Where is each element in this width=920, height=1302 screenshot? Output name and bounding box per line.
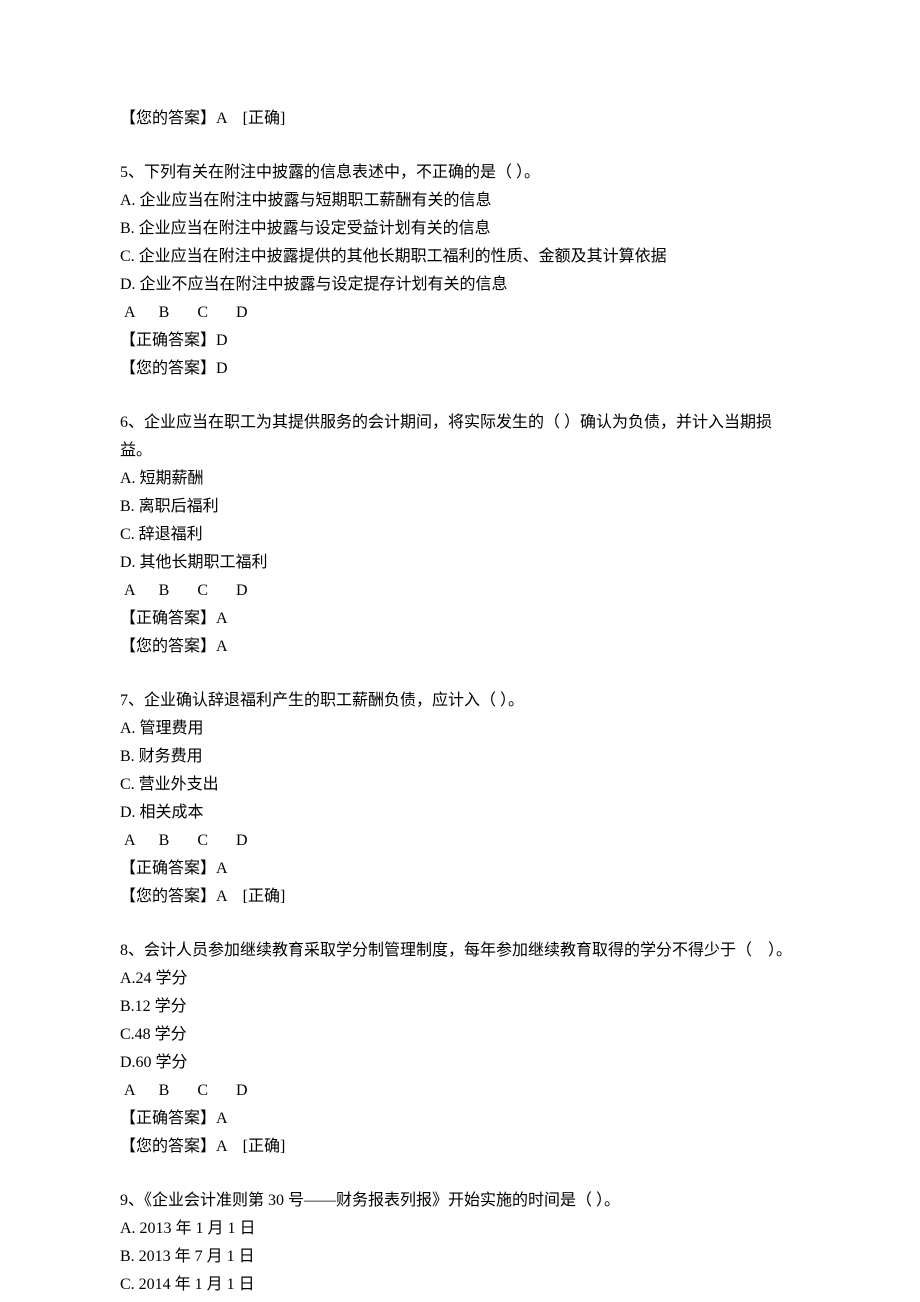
option-b: B. 2013 年 7 月 1 日 (120, 1243, 800, 1271)
option-b: B. 离职后福利 (120, 493, 800, 521)
correct-answer: 【正确答案】A (120, 605, 800, 633)
option-c: C.48 学分 (120, 1021, 800, 1049)
option-c: C. 营业外支出 (120, 771, 800, 799)
question-stem: 5、下列有关在附注中披露的信息表述中，不正确的是（ ）。 (120, 159, 800, 187)
question-stem: 9、《企业会计准则第 30 号——财务报表列报》开始实施的时间是（ ）。 (120, 1187, 800, 1215)
question-7: 7、企业确认辞退福利产生的职工薪酬负债，应计入（ ）。 A. 管理费用 B. 财… (120, 687, 800, 911)
question-9: 9、《企业会计准则第 30 号——财务报表列报》开始实施的时间是（ ）。 A. … (120, 1187, 800, 1299)
option-d: D. 企业不应当在附注中披露与设定提存计划有关的信息 (120, 271, 800, 299)
option-a: A. 2013 年 1 月 1 日 (120, 1215, 800, 1243)
option-c: C. 2014 年 1 月 1 日 (120, 1271, 800, 1299)
your-answer: 【您的答案】A (120, 633, 800, 661)
correct-answer: 【正确答案】D (120, 327, 800, 355)
your-answer: 【您的答案】A [正确] (120, 105, 800, 133)
your-answer: 【您的答案】A [正确] (120, 1133, 800, 1161)
choice-row: A B C D (120, 299, 800, 327)
choice-row: A B C D (120, 1077, 800, 1105)
your-answer: 【您的答案】A [正确] (120, 883, 800, 911)
option-c: C. 辞退福利 (120, 521, 800, 549)
question-stem: 8、会计人员参加继续教育采取学分制管理制度，每年参加继续教育取得的学分不得少于（… (120, 937, 800, 965)
question-5: 5、下列有关在附注中披露的信息表述中，不正确的是（ ）。 A. 企业应当在附注中… (120, 159, 800, 383)
option-a: A. 管理费用 (120, 715, 800, 743)
option-b: B.12 学分 (120, 993, 800, 1021)
document-page: 【您的答案】A [正确] 5、下列有关在附注中披露的信息表述中，不正确的是（ ）… (0, 0, 920, 1302)
option-a: A. 短期薪酬 (120, 465, 800, 493)
question-stem: 7、企业确认辞退福利产生的职工薪酬负债，应计入（ ）。 (120, 687, 800, 715)
option-a: A. 企业应当在附注中披露与短期职工薪酬有关的信息 (120, 187, 800, 215)
your-answer: 【您的答案】D (120, 355, 800, 383)
question-8: 8、会计人员参加继续教育采取学分制管理制度，每年参加继续教育取得的学分不得少于（… (120, 937, 800, 1161)
option-b: B. 企业应当在附注中披露与设定受益计划有关的信息 (120, 215, 800, 243)
question-6: 6、企业应当在职工为其提供服务的会计期间，将实际发生的（ ）确认为负债，并计入当… (120, 409, 800, 661)
option-b: B. 财务费用 (120, 743, 800, 771)
choice-row: A B C D (120, 827, 800, 855)
correct-answer: 【正确答案】A (120, 855, 800, 883)
option-d: D.60 学分 (120, 1049, 800, 1077)
choice-row: A B C D (120, 577, 800, 605)
correct-answer: 【正确答案】A (120, 1105, 800, 1133)
option-a: A.24 学分 (120, 965, 800, 993)
question-4-tail: 【您的答案】A [正确] (120, 105, 800, 133)
option-c: C. 企业应当在附注中披露提供的其他长期职工福利的性质、金额及其计算依据 (120, 243, 800, 271)
option-d: D. 其他长期职工福利 (120, 549, 800, 577)
option-d: D. 相关成本 (120, 799, 800, 827)
question-stem: 6、企业应当在职工为其提供服务的会计期间，将实际发生的（ ）确认为负债，并计入当… (120, 409, 800, 465)
